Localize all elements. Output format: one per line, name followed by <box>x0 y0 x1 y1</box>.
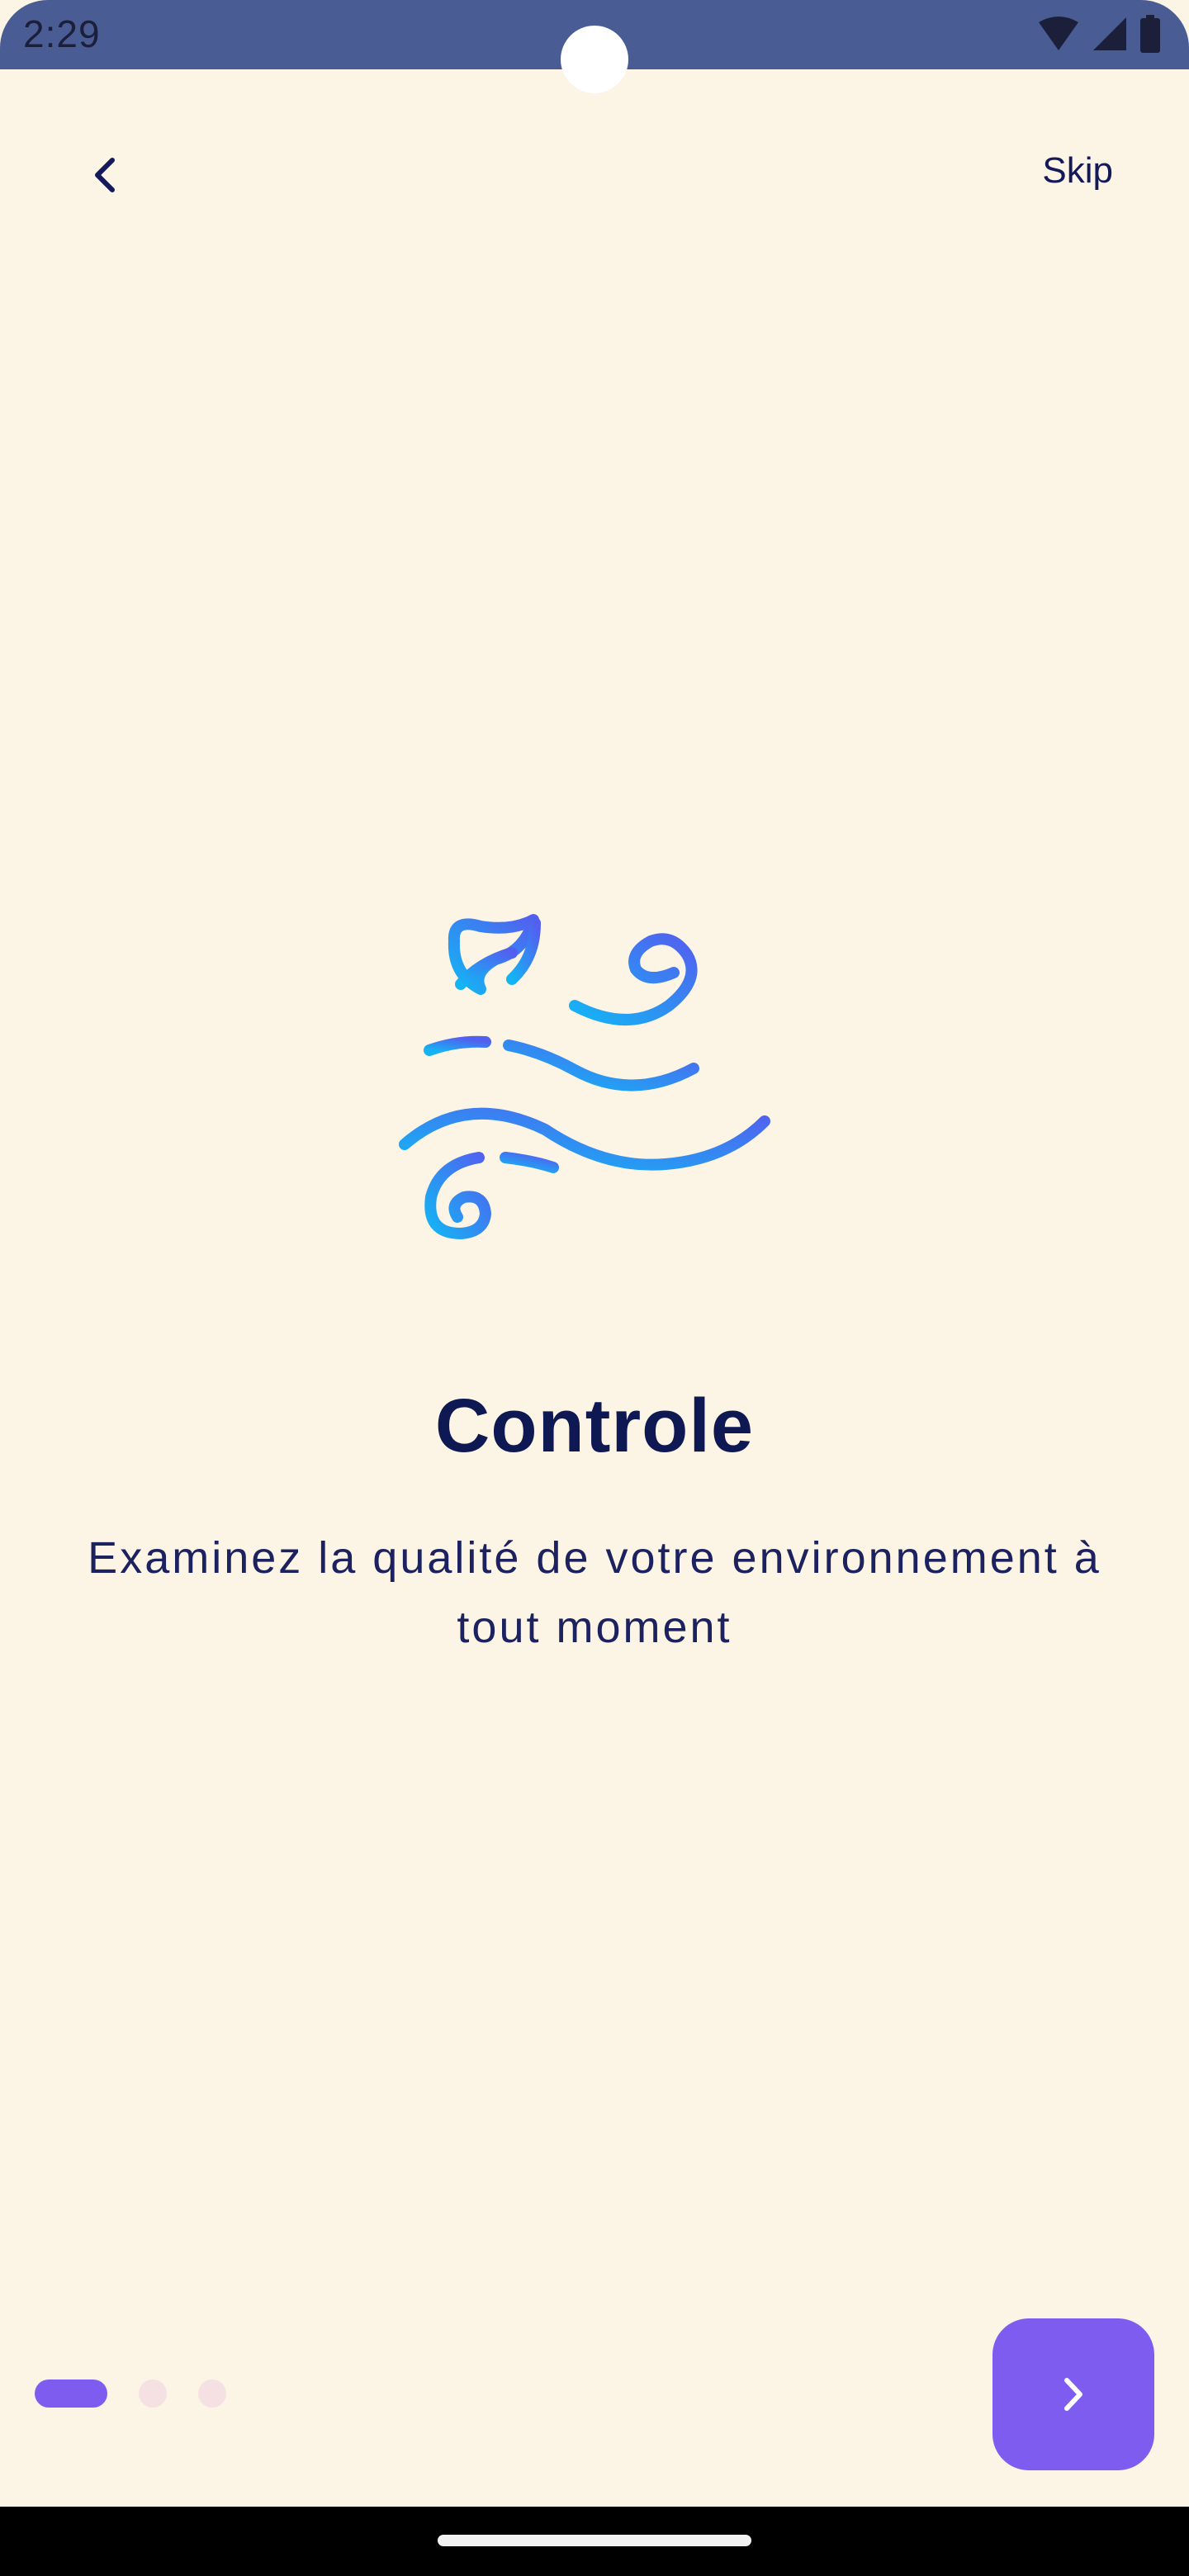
back-button[interactable] <box>79 142 129 208</box>
page-dot-active <box>35 2379 107 2408</box>
signal-icon <box>1093 17 1126 50</box>
chevron-left-icon <box>95 158 115 192</box>
status-time: 2:29 <box>23 12 101 55</box>
status-icons <box>1037 15 1161 53</box>
subtitle-line-1: Examinez la qualité de votre environneme… <box>88 1533 1101 1583</box>
home-indicator[interactable] <box>438 2535 751 2546</box>
subtitle-line-2: tout moment <box>457 1603 732 1652</box>
page-indicator <box>35 2379 226 2408</box>
page-dot <box>139 2379 167 2408</box>
next-button[interactable] <box>992 2318 1154 2470</box>
chevron-right-icon <box>1064 2378 1082 2411</box>
wifi-icon <box>1039 17 1078 50</box>
page-title: Controle <box>434 1384 755 1468</box>
battery-icon <box>1140 15 1160 53</box>
onboarding-screen: 2:29 Skip Controle Examinez la qualité d… <box>0 0 1189 2507</box>
skip-button[interactable]: Skip <box>1042 150 1113 192</box>
camera-cutout <box>561 26 628 93</box>
page-subtitle: Examinez la qualité de votre environneme… <box>50 1523 1139 1662</box>
page-dot <box>198 2379 226 2408</box>
wind-leaf-icon <box>399 914 770 1239</box>
